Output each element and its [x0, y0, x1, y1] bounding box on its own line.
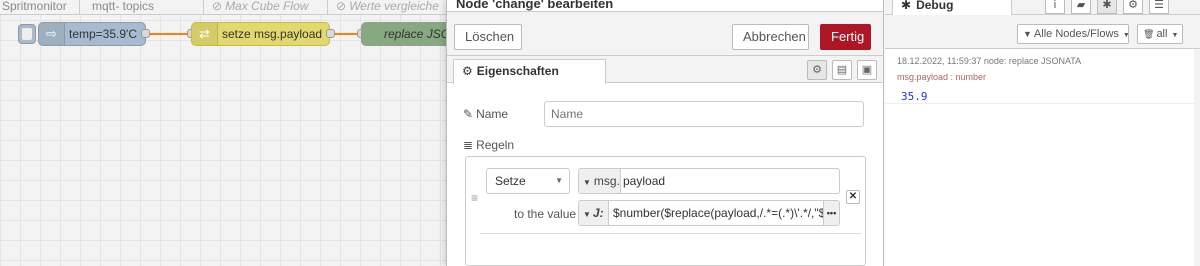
- rule-value-input[interactable]: ▼ J: $number($replace(payload,/.*=(.*)\'.…: [578, 200, 840, 226]
- tab-max-cube-flow[interactable]: ⊘ Max Cube Flow: [204, 0, 328, 14]
- tab-debug-label: Debug: [916, 0, 954, 12]
- tab-properties-label: Eigenschaften: [476, 64, 559, 78]
- sidebar-scrollbar[interactable]: [1194, 49, 1200, 266]
- inject-node-label: temp=35.9'C: [69, 27, 137, 41]
- description-tab-icon[interactable]: ▤: [832, 60, 852, 80]
- gear-icon: ⚙: [462, 64, 473, 78]
- value-type-select[interactable]: ▼ J:: [579, 201, 609, 225]
- inject-node[interactable]: ⇨ temp=35.9'C: [38, 22, 146, 46]
- tag-icon: ✎: [463, 107, 474, 121]
- rule-divider: [480, 233, 861, 234]
- tab-spritmonitor[interactable]: Spritmonitor: [0, 0, 80, 14]
- expand-editor-icon[interactable]: •••: [823, 201, 839, 225]
- tab-label: Max Cube Flow: [225, 0, 309, 13]
- context-data-icon[interactable]: ☰: [1149, 0, 1169, 14]
- debug-messages[interactable]: 18.12.2022, 11:59:37 node: replace JSONA…: [885, 49, 1200, 266]
- config-gear-icon[interactable]: ⚙: [1123, 0, 1143, 14]
- target-type-select[interactable]: ▼ msg.: [579, 169, 621, 193]
- filter-nodes-button[interactable]: ▼ Alle Nodes/Flows ▼: [1017, 24, 1130, 44]
- clear-label: all: [1156, 28, 1168, 40]
- bug-icon: ✱: [901, 0, 912, 12]
- debug-toolbar: ▼ Alle Nodes/Flows ▼ 🗑 all ▼: [885, 16, 1200, 49]
- tab-properties[interactable]: ⚙ Eigenschaften: [453, 59, 606, 84]
- disabled-icon: ⊘: [336, 0, 347, 13]
- rules-label: ≣ Regeln: [463, 138, 514, 152]
- inject-output-port[interactable]: [141, 29, 150, 38]
- chevron-down-icon: ▼: [555, 176, 563, 185]
- cancel-button[interactable]: Abbrechen: [732, 24, 809, 50]
- inject-icon: ⇨: [39, 23, 65, 45]
- flow-workspace[interactable]: Spritmonitor mqtt- topics ⊘ Max Cube Flow…: [0, 0, 446, 266]
- disabled-icon: ⊘: [212, 0, 223, 13]
- properties-tabbar: ⚙ Eigenschaften ⚙ ▤ ▣: [447, 57, 883, 84]
- delete-button[interactable]: Löschen: [454, 24, 522, 50]
- value-expression: $number($replace(payload,/.*=(.*)\'.*/,"…: [613, 206, 840, 220]
- name-input[interactable]: [544, 101, 864, 127]
- replace-node[interactable]: replace JSONATA: [361, 22, 446, 46]
- debug-sidebar: ✱ Debug i ▰ ✱ ⚙ ☰ ▼ Alle Nodes/Flows ▼ 🗑 all…: [885, 0, 1200, 266]
- remove-rule-icon[interactable]: ✕: [846, 190, 860, 204]
- debug-bug-icon[interactable]: ✱: [1097, 0, 1117, 14]
- inject-trigger-button[interactable]: [18, 24, 36, 44]
- appearance-tab-icon[interactable]: ▣: [857, 60, 877, 80]
- rules-label-text: Regeln: [476, 138, 515, 152]
- tray-toolbar: Löschen Abbrechen Fertig: [447, 12, 883, 56]
- name-label-text: Name: [476, 107, 509, 121]
- change-output-port[interactable]: [326, 29, 335, 38]
- name-label: ✎ Name: [463, 107, 508, 121]
- caret-down-icon: ▼: [583, 210, 591, 219]
- jsonata-icon: J:: [592, 206, 604, 220]
- tray-header: Node 'change' bearbeiten: [447, 0, 883, 12]
- clear-messages-button[interactable]: 🗑 all ▼: [1137, 24, 1183, 44]
- rule-target-input[interactable]: ▼ msg. payload: [578, 168, 840, 194]
- tab-label: mqtt- topics: [92, 0, 155, 13]
- message-meta: 18.12.2022, 11:59:37 node: replace JSONA…: [897, 56, 1082, 66]
- tray-title: Node 'change' bearbeiten: [456, 0, 614, 11]
- tab-debug[interactable]: ✱ Debug: [892, 0, 1012, 15]
- chevron-down-icon: ▼: [1171, 32, 1179, 39]
- rule-action-select[interactable]: Setze ▼: [486, 168, 570, 194]
- target-type-value: msg.: [593, 174, 620, 188]
- debug-message[interactable]: 18.12.2022, 11:59:37 node: replace JSONA…: [885, 49, 1194, 104]
- settings-tab-icon[interactable]: ⚙: [807, 60, 827, 80]
- message-value[interactable]: 35.9: [901, 90, 928, 103]
- to-the-value-label: to the value: [514, 207, 577, 221]
- drag-handle-icon[interactable]: ≡: [471, 191, 478, 205]
- rule-action-value: Setze: [495, 174, 526, 188]
- trash-icon: 🗑: [1143, 29, 1155, 39]
- filter-label: Alle Nodes/Flows: [1033, 28, 1119, 40]
- target-value: payload: [623, 174, 666, 188]
- tab-label: Werte vergleiche: [349, 0, 439, 13]
- replace-node-label: replace JSONATA: [384, 27, 446, 41]
- message-topic: msg.payload : number: [897, 72, 987, 82]
- workspace-tabbar: Spritmonitor mqtt- topics ⊘ Max Cube Flow…: [0, 0, 446, 15]
- change-node[interactable]: ⇄ setze msg.payload: [191, 22, 330, 46]
- change-node-label: setze msg.payload: [222, 27, 323, 41]
- change-icon: ⇄: [192, 23, 218, 45]
- chevron-down-icon: ▼: [1122, 32, 1130, 39]
- book-icon[interactable]: ▰: [1071, 0, 1091, 14]
- tab-label: Spritmonitor: [2, 0, 67, 13]
- sidebar-tabbar: ✱ Debug i ▰ ✱ ⚙ ☰: [885, 0, 1200, 15]
- funnel-icon: ▼: [1023, 29, 1032, 39]
- list-icon: ≣: [463, 138, 474, 152]
- done-button[interactable]: Fertig: [820, 24, 871, 50]
- tab-werte-vergleiche[interactable]: ⊘ Werte vergleiche: [328, 0, 446, 14]
- tab-mqtt-topics[interactable]: mqtt- topics: [80, 0, 204, 14]
- caret-down-icon: ▼: [583, 178, 591, 187]
- info-icon[interactable]: i: [1045, 0, 1065, 14]
